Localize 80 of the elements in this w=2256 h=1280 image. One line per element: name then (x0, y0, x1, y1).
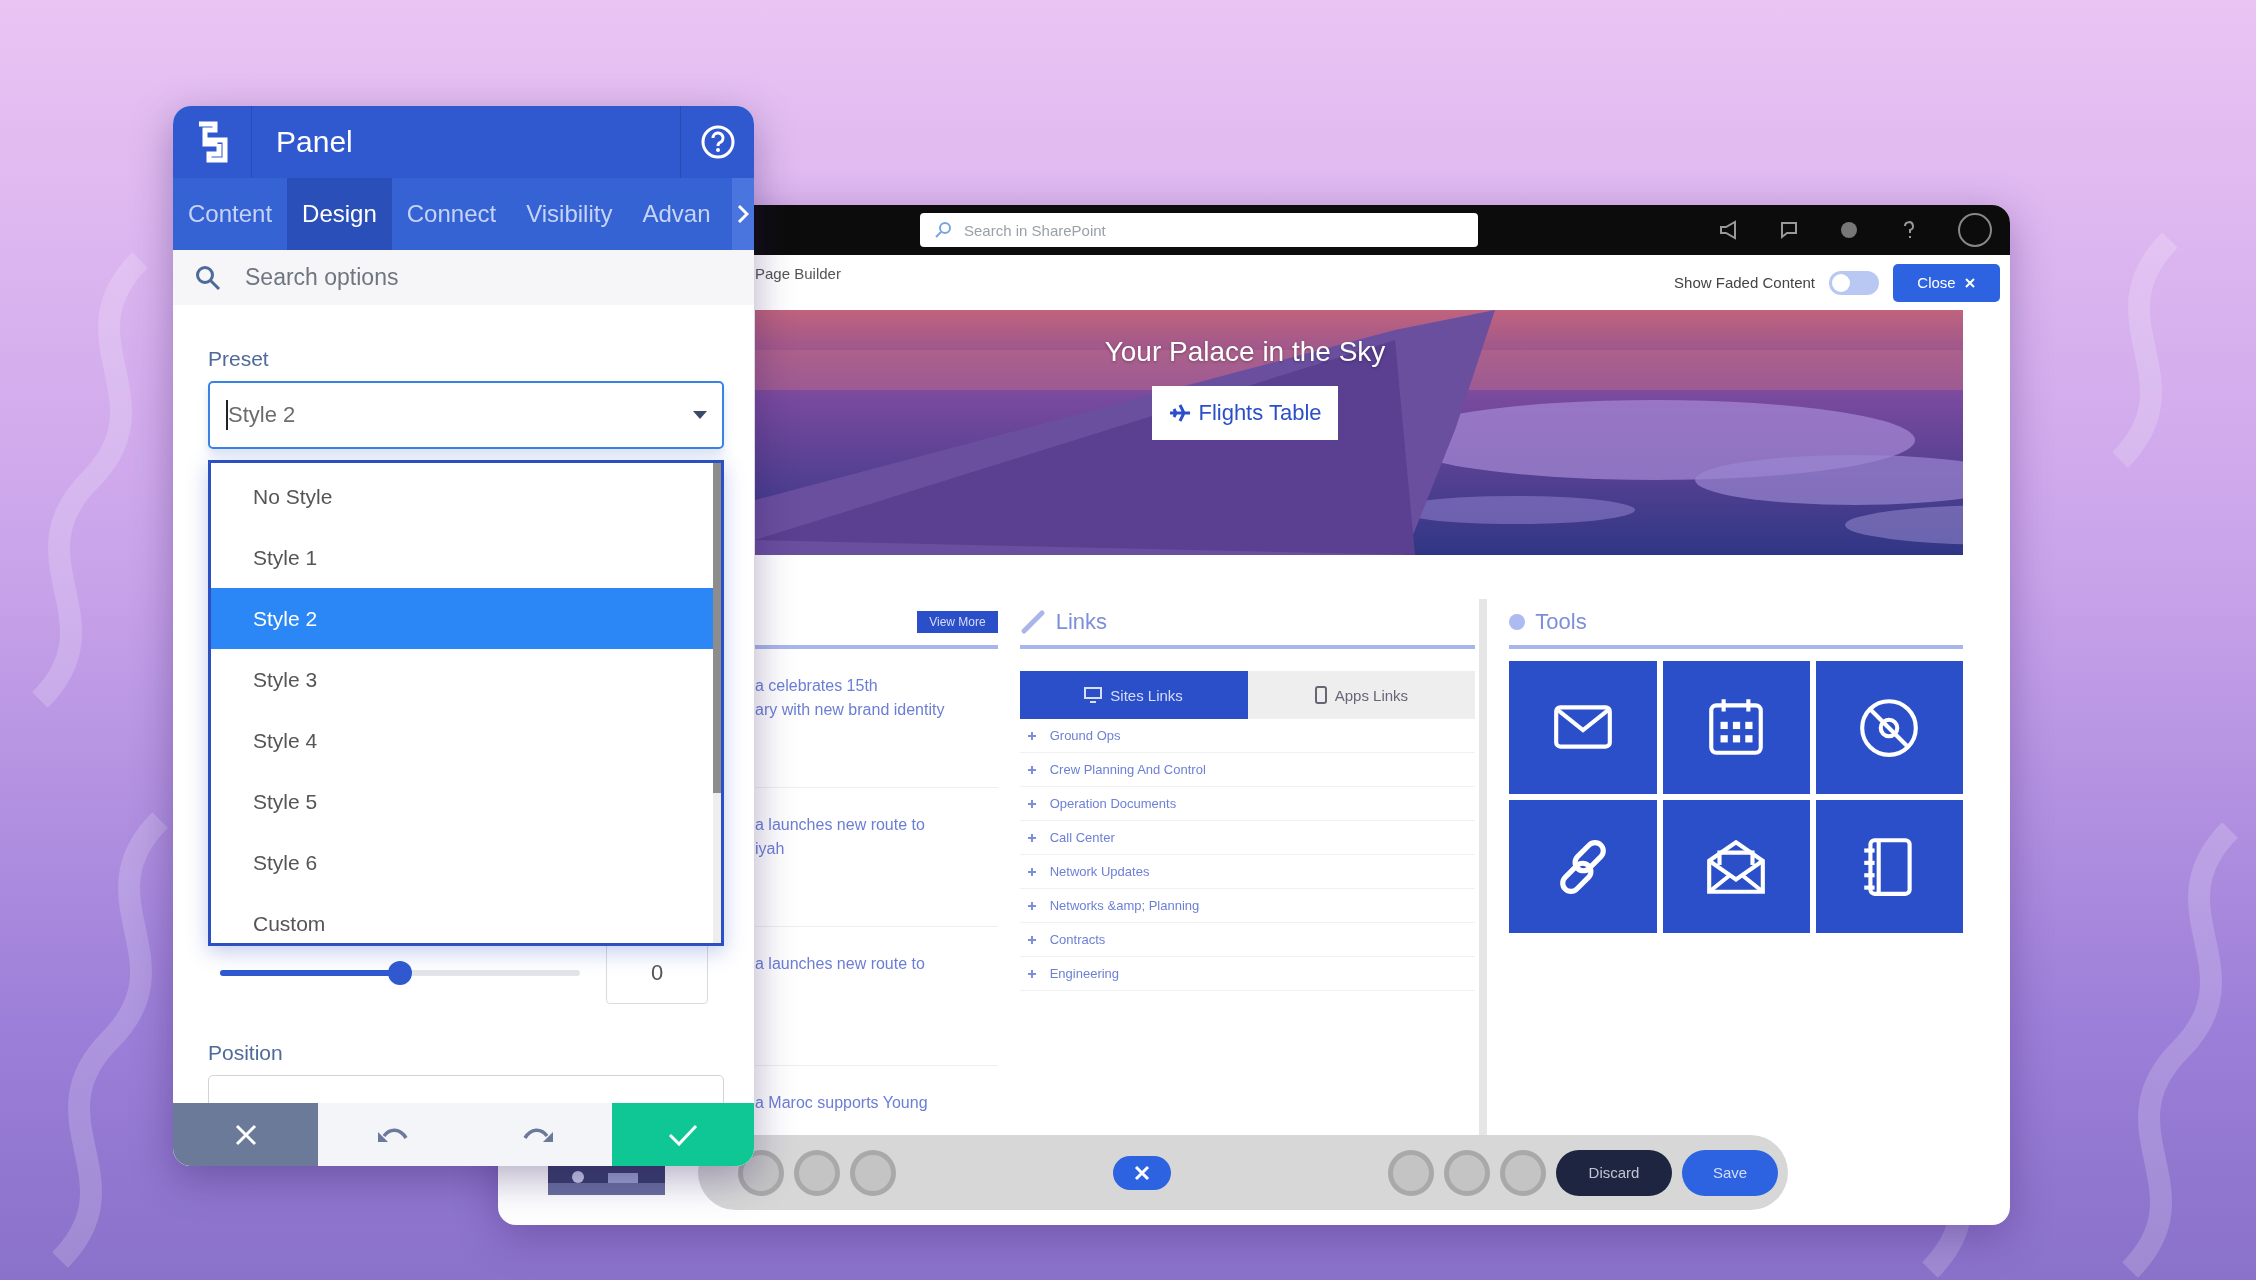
caret-icon (692, 410, 708, 420)
bullet-icon (1027, 901, 1036, 910)
tab[interactable]: Apps Links (1247, 671, 1476, 719)
link[interactable]: Engineering (1049, 966, 1120, 981)
tab[interactable]: Sites Links (1019, 671, 1248, 719)
tab[interactable]: Content (173, 178, 288, 250)
toggle-switch[interactable] (1829, 270, 1879, 295)
link[interactable]: Call Center (1049, 830, 1115, 845)
undo-icon (375, 1125, 408, 1144)
bullet-icon (1027, 935, 1036, 944)
tool-tile[interactable] (1662, 661, 1810, 794)
bullet-icon (1027, 969, 1036, 978)
link[interactable]: Contracts (1049, 932, 1106, 947)
dropdown-option[interactable]: Custom (211, 893, 713, 943)
field-label: Position (208, 1041, 284, 1065)
section-title: Links (1055, 609, 1108, 635)
breadcrumb: Page Builder (755, 265, 841, 282)
checkmark-icon (668, 1122, 698, 1147)
link[interactable]: Ground Ops (1049, 728, 1121, 743)
search-bar[interactable]: Search options (173, 250, 754, 305)
close-icon (1963, 276, 1976, 289)
dropdown-option[interactable]: Style 5 (211, 771, 713, 832)
link[interactable]: Networks &amp; Planning (1049, 898, 1200, 913)
discard-button[interactable]: Discard (1556, 1149, 1672, 1196)
news-headline[interactable]: a Maroc supports Young (755, 1094, 998, 1112)
bullet-icon (1027, 799, 1036, 808)
avatar[interactable] (1958, 213, 1992, 247)
feedback-icon[interactable] (1778, 219, 1800, 241)
dropdown-option[interactable]: No Style (211, 466, 713, 527)
search-icon (934, 221, 952, 239)
search-icon (195, 264, 221, 291)
tab[interactable]: Advan (627, 178, 726, 250)
tab[interactable]: Design (287, 178, 392, 250)
bullet-icon (1027, 731, 1036, 740)
save-button[interactable]: Save (1682, 1149, 1778, 1196)
panel-title: Panel (275, 125, 354, 159)
scroll-right-button[interactable] (732, 178, 754, 250)
tool-tile[interactable] (1815, 800, 1963, 933)
close-icon (1134, 1164, 1150, 1181)
dropdown-option[interactable]: Style 6 (211, 832, 713, 893)
news-headline[interactable]: a launches new route to (755, 955, 998, 973)
close-button[interactable] (1113, 1155, 1171, 1190)
hero-title: Your Palace in the Sky (1104, 336, 1386, 368)
section-title: Tools (1535, 609, 1587, 635)
link[interactable]: Network Updates (1049, 864, 1150, 879)
dropdown-option[interactable]: Style 3 (211, 649, 713, 710)
bullet-icon (1027, 765, 1036, 774)
tool-tile[interactable] (1662, 800, 1810, 933)
view-more-button[interactable]: View More (917, 611, 998, 633)
tool-tile[interactable] (1815, 661, 1963, 794)
toggle-label: Show Faded Content (1674, 274, 1815, 291)
close-button[interactable]: Close (1893, 263, 2000, 302)
tab[interactable]: Connect (391, 178, 512, 250)
monitor-icon (1084, 687, 1103, 703)
dropdown-option[interactable]: Style 1 (211, 527, 713, 588)
tool-tile[interactable] (1509, 661, 1657, 794)
dropdown-option[interactable]: Style 4 (211, 710, 713, 771)
close-icon (233, 1122, 258, 1147)
preset-dropdown[interactable]: Style 2 (208, 381, 724, 449)
news-headline[interactable]: ary with new brand identity (755, 701, 998, 719)
link[interactable]: Operation Documents (1049, 796, 1177, 811)
link[interactable]: Crew Planning And Control (1049, 762, 1206, 777)
bullet-icon (1027, 867, 1036, 876)
news-headline[interactable]: iyah (755, 840, 998, 858)
scrollbar[interactable] (713, 463, 721, 943)
news-headline[interactable]: a celebrates 15th (755, 677, 998, 695)
redo-icon (522, 1125, 555, 1144)
dropdown-option[interactable]: Style 2 (211, 588, 713, 649)
bullet-icon (1027, 833, 1036, 842)
chevron-right-icon (737, 204, 749, 224)
tab[interactable]: Visibility (511, 178, 628, 250)
tool-tile[interactable] (1509, 800, 1657, 933)
news-headline[interactable]: a launches new route to (755, 816, 998, 834)
logo-icon (196, 121, 228, 163)
search-placeholder: Search in SharePoint (964, 221, 1106, 239)
flights-button[interactable]: Flights Table (1152, 386, 1338, 440)
search-field[interactable]: Search in SharePoint (920, 213, 1478, 247)
field-label: Preset (208, 347, 270, 371)
search-field[interactable]: Search options (243, 263, 647, 292)
phone-icon (1314, 686, 1327, 704)
